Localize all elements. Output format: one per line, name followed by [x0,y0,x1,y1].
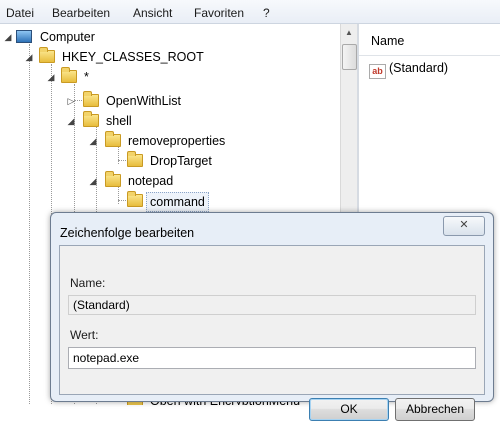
ok-button[interactable]: OK [309,398,389,421]
tree-label: removeproperties [128,134,226,148]
scrollbar-thumb[interactable] [342,44,357,70]
name-field: (Standard) [68,295,476,315]
edit-string-dialog: Zeichenfolge bearbeiten ✕ Name: (Standar… [50,212,494,421]
menu-bearbeiten[interactable]: Bearbeiten [52,6,110,20]
folder-icon [127,151,143,167]
name-field-value: (Standard) [73,298,130,312]
value-label: Wert: [70,328,99,342]
folder-icon [83,91,99,107]
tree-label: Computer [40,30,95,44]
dialog-body: Name: (Standard) Wert: OK Abbrechen [59,245,485,421]
expand-icon[interactable]: ▷ [66,92,76,110]
tree-label: notepad [128,174,174,188]
dialog-title: Zeichenfolge bearbeiten [60,226,195,240]
collapse-icon[interactable]: ◢ [88,132,98,150]
value-name: (Standard) [389,61,449,75]
collapse-icon[interactable]: ◢ [66,112,76,130]
collapse-icon[interactable]: ◢ [46,68,56,86]
name-label: Name: [70,276,106,290]
folder-icon [127,191,143,207]
menu-favoriten[interactable]: Favoriten [194,6,244,20]
value-data-input[interactable] [68,347,476,369]
folder-icon [39,47,55,63]
scroll-up-icon[interactable]: ▲ [342,26,356,40]
tree-node-shell[interactable]: ◢ shell [0,111,320,130]
tree-node-command[interactable]: command [0,191,320,212]
menu-bar: Datei Bearbeiten Ansicht Favoriten ? [0,0,500,24]
tree-label-selected: command [146,192,209,212]
tree-label: HKEY_CLASSES_ROOT [62,50,204,64]
string-value-icon: ab [369,64,386,79]
value-row[interactable]: ab (Standard) [369,58,449,79]
tree-node-computer[interactable]: ◢ Computer [0,28,320,46]
folder-icon [61,67,77,83]
tree-node-openwithlist[interactable]: ▷ OpenWithList [0,91,320,110]
tree-label: DropTarget [150,154,212,168]
tree-label: shell [106,114,132,128]
menu-ansicht[interactable]: Ansicht [133,6,172,20]
column-header-name[interactable]: Name [359,24,500,56]
menu-help[interactable]: ? [263,6,270,20]
close-button[interactable]: ✕ [443,216,485,236]
folder-icon [105,131,121,147]
folder-icon [105,171,121,187]
tree-node-removeproperties[interactable]: ◢ removeproperties [0,131,320,150]
tree-label: * [84,70,89,84]
tree-node-notepad[interactable]: ◢ notepad [0,171,320,190]
cancel-button[interactable]: Abbrechen [395,398,475,421]
collapse-icon[interactable]: ◢ [88,172,98,190]
folder-icon [83,111,99,127]
computer-icon [16,30,32,43]
tree-node-hkey-classes-root[interactable]: ◢ HKEY_CLASSES_ROOT [0,47,320,66]
collapse-icon[interactable]: ◢ [3,28,13,46]
menu-datei[interactable]: Datei [6,6,34,20]
tree-node-droptarget[interactable]: DropTarget [0,151,320,170]
tree-label: OpenWithList [106,94,182,108]
column-header-label: Name [371,34,405,48]
collapse-icon[interactable]: ◢ [24,48,34,66]
close-icon: ✕ [459,219,469,231]
tree-node-star[interactable]: ◢ * [0,67,320,86]
